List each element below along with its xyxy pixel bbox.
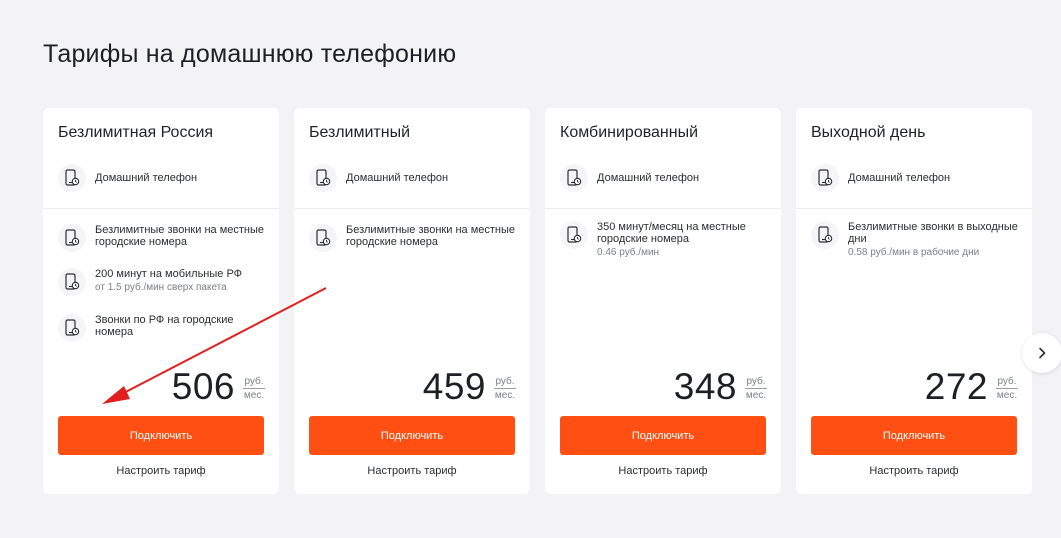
feature-title: 200 минут на мобильные РФ [95, 268, 243, 280]
feature-item: Безлимитные звонки на местные городские … [309, 224, 519, 252]
feature-subtitle: 0.46 руб./мин [597, 247, 660, 258]
connect-button[interactable]: Подключить [58, 416, 264, 455]
feature-title: Безлимитные звонки на местные городские … [346, 224, 516, 248]
tariff-name: Выходной день [811, 124, 926, 141]
feature-title: Безлимитные звонки на местные городские … [95, 224, 265, 248]
price-unit: руб. мес. [996, 376, 1018, 402]
tariff-name: Безлимитная Россия [58, 124, 214, 141]
feature-title: Домашний телефон [95, 172, 198, 184]
feature-title: Безлимитные звонки в выходные дни [848, 221, 1018, 245]
price-block: 506 руб. мес. [172, 366, 265, 408]
price-unit-currency: руб. [996, 376, 1018, 389]
page-title: Тарифы на домашнюю телефонию [43, 40, 457, 68]
configure-tariff-link[interactable]: Настроить тариф [43, 465, 279, 477]
price-unit: руб. мес. [243, 376, 265, 402]
price-block: 272 руб. мес. [925, 366, 1018, 408]
phone-clock-icon [58, 314, 86, 342]
feature-item: Безлимитные звонки на местные городские … [58, 224, 268, 252]
feature-title: 350 минут/месяц на местные городские ном… [597, 221, 746, 245]
price-unit-currency: руб. [494, 376, 516, 389]
phone-clock-icon [58, 268, 86, 296]
tariff-card: Безлимитная Россия Домашний телефон Безлим… [43, 108, 279, 494]
price-value: 506 [171, 366, 235, 407]
phone-clock-icon [811, 221, 839, 249]
feature-subtitle: 0.58 руб./мин в рабочие дни [848, 247, 980, 258]
phone-clock-icon [58, 164, 86, 192]
tariff-name: Комбинированный [560, 124, 699, 141]
price-value: 348 [673, 366, 737, 407]
configure-tariff-link[interactable]: Настроить тариф [545, 465, 781, 477]
divider [43, 208, 279, 209]
feature-subtitle: от 1.5 руб./мин сверх пакета [95, 282, 227, 293]
price-value: 459 [422, 366, 486, 407]
phone-clock-icon [560, 164, 588, 192]
price-block: 459 руб. мес. [423, 366, 516, 408]
phone-clock-icon [309, 224, 337, 252]
connect-button[interactable]: Подключить [309, 416, 515, 455]
feature-title: Домашний телефон [848, 172, 951, 184]
divider [294, 208, 530, 209]
price-unit-period: мес. [243, 390, 265, 401]
divider [545, 208, 781, 209]
connect-button[interactable]: Подключить [811, 416, 1017, 455]
price-unit: руб. мес. [745, 376, 767, 402]
phone-clock-icon [58, 224, 86, 252]
price-unit-period: мес. [494, 390, 516, 401]
tariff-name: Безлимитный [309, 124, 411, 141]
price-block: 348 руб. мес. [674, 366, 767, 408]
feature-item: Звонки по РФ на городские номера [58, 314, 268, 342]
feature-title: Звонки по РФ на городские номера [95, 314, 234, 338]
feature-item: Домашний телефон [811, 164, 1021, 192]
feature-item: 350 минут/месяц на местные городские ном… [560, 221, 770, 260]
feature-title: Домашний телефон [346, 172, 449, 184]
phone-clock-icon [560, 221, 588, 249]
feature-title: Домашний телефон [597, 172, 700, 184]
price-unit-currency: руб. [243, 376, 265, 389]
tariff-card: Выходной день Домашний телефон Безлимитные… [796, 108, 1032, 494]
phone-clock-icon [811, 164, 839, 192]
price-unit-period: мес. [745, 390, 767, 401]
tariff-card: Безлимитный Домашний телефон Безлимитные з… [294, 108, 530, 494]
connect-button[interactable]: Подключить [560, 416, 766, 455]
carousel-next-button[interactable] [1022, 333, 1061, 373]
feature-item: Домашний телефон [309, 164, 519, 192]
phone-clock-icon [309, 164, 337, 192]
price-unit-period: мес. [996, 390, 1018, 401]
configure-tariff-link[interactable]: Настроить тариф [294, 465, 530, 477]
price-unit: руб. мес. [494, 376, 516, 402]
feature-item: Домашний телефон [560, 164, 770, 192]
price-value: 272 [924, 366, 988, 407]
chevron-right-icon [1039, 347, 1046, 359]
feature-item: Домашний телефон [58, 164, 268, 192]
feature-item: Безлимитные звонки в выходные дни 0.58 ру… [811, 221, 1021, 260]
tariff-card: Комбинированный Домашний телефон 350 минут… [545, 108, 781, 494]
price-unit-currency: руб. [745, 376, 767, 389]
feature-item: 200 минут на мобильные РФ от 1.5 руб./мин… [58, 268, 268, 296]
divider [796, 208, 1032, 209]
configure-tariff-link[interactable]: Настроить тариф [796, 465, 1032, 477]
